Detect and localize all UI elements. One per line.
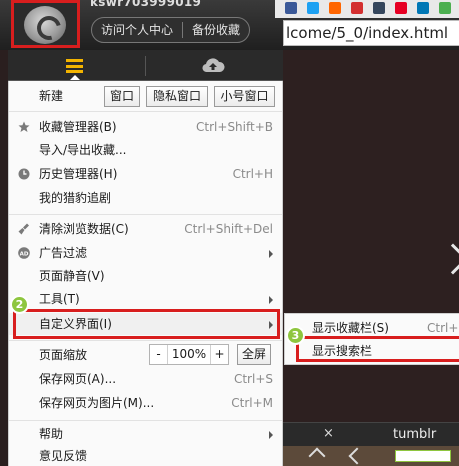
submenu-arrow-icon [269, 431, 273, 439]
header-button-group: 访问个人中心 备份收藏 [91, 17, 251, 43]
highlight-box [296, 336, 459, 362]
menu-item-label: 收藏管理器(B) [39, 120, 117, 134]
menu-item-history-manager[interactable]: 历史管理器(H) Ctrl+H [9, 163, 282, 185]
tab-strip [275, 0, 459, 18]
new-alt-window-button[interactable]: 小号窗口 [214, 86, 275, 107]
menu-item-label: 历史管理器(H) [39, 167, 118, 181]
twitter-icon[interactable] [307, 2, 319, 14]
svg-text:AD: AD [20, 251, 29, 257]
cloud-upload-icon[interactable] [201, 58, 225, 73]
zoom-control: - 100% + [149, 344, 229, 365]
new-private-window-button[interactable]: 隐私窗口 [146, 86, 208, 107]
step-badge: 2 [10, 295, 29, 314]
menu-item-label: 保存网页为图片(M)... [39, 396, 155, 410]
shortcut-label: Ctrl+Shift+B [196, 120, 273, 134]
menu-item-import-export[interactable]: 导入/导出收藏... [9, 139, 282, 161]
avatar-highlight[interactable] [11, 0, 80, 48]
shortcut-label: Ctrl+H [232, 167, 273, 181]
divider [145, 56, 146, 76]
tumblr-icon[interactable] [373, 2, 385, 14]
zoom-level: 100% [171, 347, 207, 361]
hamburger-menu-icon[interactable] [66, 59, 83, 73]
bookmark-icon[interactable] [439, 2, 451, 14]
pinterest-icon[interactable] [395, 2, 407, 14]
divider [9, 214, 282, 215]
linkedin-icon[interactable] [417, 2, 429, 14]
broom-icon [18, 223, 29, 235]
menu-item-tools[interactable]: 工具(T) [9, 288, 282, 310]
menu-new-row: 新建 窗口 隐私窗口 小号窗口 [9, 85, 282, 107]
zoom-in-button[interactable]: + [210, 345, 228, 364]
step-badge: 3 [286, 326, 305, 345]
menu-item-label: 工具(T) [39, 292, 80, 306]
menu-item-save-page-as-image[interactable]: 保存网页为图片(M)... Ctrl+M [9, 392, 282, 414]
submenu-arrow-icon [269, 250, 273, 258]
main-menu: 新建 窗口 隐私窗口 小号窗口 收藏管理器(B) Ctrl+Shift+B 导入… [8, 81, 283, 466]
menu-icon-strip [8, 50, 283, 81]
menu-item-my-tv-tracker[interactable]: 我的猎豹追剧 [9, 187, 282, 209]
bookmark-icon[interactable] [351, 2, 363, 14]
menu-item-label: 清除浏览数据(C) [39, 222, 129, 236]
up-arrow-icon[interactable] [308, 447, 326, 465]
new-label: 新建 [39, 89, 64, 103]
avatar[interactable] [24, 6, 66, 44]
personal-center-button[interactable]: 访问个人中心 [92, 18, 182, 42]
bookmark-icon[interactable] [329, 2, 341, 14]
green-button[interactable] [395, 450, 451, 462]
menu-item-label: 我的猎豹追剧 [39, 191, 112, 205]
new-window-button[interactable]: 窗口 [104, 86, 140, 107]
address-bar[interactable]: lcome/5_0/index.html [283, 20, 459, 46]
facebook-icon[interactable] [285, 2, 297, 14]
bottom-strip [283, 446, 459, 466]
fullscreen-button[interactable]: 全屏 [237, 344, 271, 365]
menu-item-save-page[interactable]: 保存网页(A)... Ctrl+S [9, 368, 282, 390]
menu-item-help[interactable]: 帮助 [9, 423, 282, 445]
menu-item-label: 意见反馈 [39, 449, 88, 463]
bottom-tab-bar: × tumblr [283, 422, 459, 446]
menu-item-label: 保存网页(A)... [39, 372, 117, 386]
menu-pointer-icon [70, 75, 80, 80]
divider [9, 420, 282, 421]
menu-item-mute-page[interactable]: 页面静音(V) [9, 265, 282, 287]
highlight-box [13, 309, 280, 339]
username: kswr703999019 [90, 0, 202, 9]
menu-item-ad-filter[interactable]: AD 广告过滤 [9, 242, 282, 264]
shortcut-label: Ctrl+Shift+Del [184, 222, 273, 236]
close-tab-icon[interactable]: × [323, 426, 334, 441]
menu-item-clear-browsing-data[interactable]: 清除浏览数据(C) Ctrl+Shift+Del [9, 218, 282, 240]
menu-item-page-zoom: 页面缩放 - 100% + 全屏 [9, 344, 282, 366]
backup-favorites-button[interactable]: 备份收藏 [183, 18, 249, 42]
clock-icon [18, 168, 30, 180]
tab-label[interactable]: tumblr [393, 427, 436, 442]
menu-item-label: 页面静音(V) [39, 269, 105, 283]
zoom-out-button[interactable]: - [150, 345, 168, 364]
ad-block-icon: AD [18, 247, 30, 259]
shortcut-label: Ctrl+M [231, 396, 273, 410]
divider [9, 340, 282, 341]
menu-item-label: 帮助 [39, 427, 64, 441]
shortcut-label: Ctrl+S [233, 372, 273, 386]
menu-item-label: 广告过滤 [39, 246, 88, 260]
submenu-arrow-icon [269, 296, 273, 304]
menu-item-label: 页面缩放 [39, 348, 88, 362]
back-arrow-icon[interactable] [348, 447, 366, 465]
menu-item-label: 导入/导出收藏... [39, 143, 127, 157]
web-page-content [283, 50, 459, 422]
menu-item-favorites-manager[interactable]: 收藏管理器(B) Ctrl+Shift+B [9, 116, 282, 138]
menu-item-feedback[interactable]: 意见反馈 [9, 445, 282, 466]
divider [9, 111, 282, 112]
star-icon [18, 121, 30, 132]
